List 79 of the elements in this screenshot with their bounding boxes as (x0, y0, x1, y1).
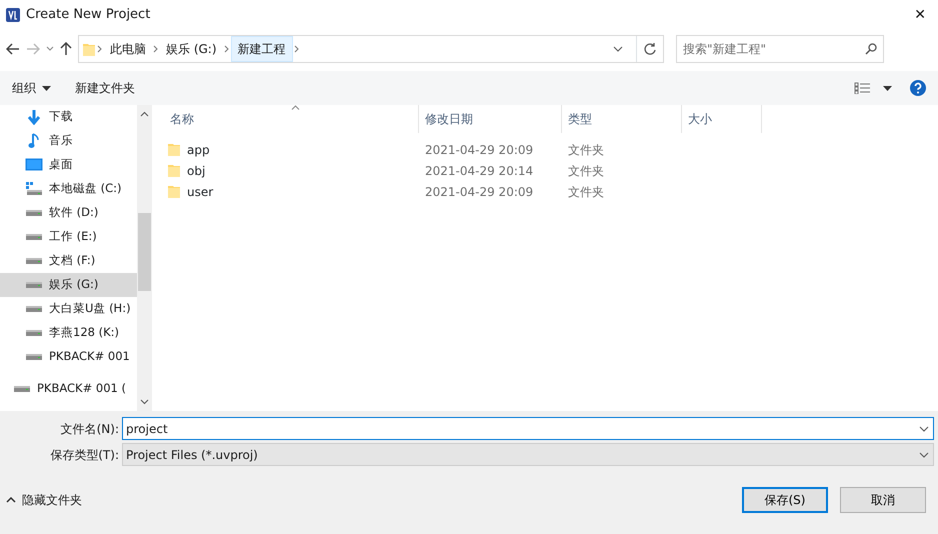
down-arrow-icon (26, 109, 42, 125)
table-cell-text: 文件夹 (567, 142, 605, 158)
refresh-icon[interactable] (643, 42, 657, 56)
view-list-icon[interactable] (854, 82, 871, 94)
dropdown-icon[interactable] (612, 45, 624, 53)
save-button[interactable]: 保存(S) (742, 487, 828, 513)
table-cell-text: 2021-04-29 20:14 (424, 162, 534, 180)
column-header[interactable]: 修改日期 (419, 105, 562, 133)
column-header[interactable]: 名称 (164, 105, 419, 133)
drive-icon (26, 182, 42, 196)
sidebar-item[interactable]: 大白菜U盘 (H:) (0, 297, 137, 321)
sidebar-item[interactable]: 工作 (E:) (0, 225, 137, 249)
column-header[interactable]: 大小 (682, 105, 762, 133)
monitor-icon (25, 158, 43, 172)
folder-icon (82, 42, 96, 58)
sidebar-item[interactable]: 李燕128 (K:) (0, 321, 137, 345)
file-type-dropdown[interactable]: Project Files (*.uvproj) (122, 443, 934, 466)
chevron-icon (96, 45, 104, 53)
search-icon (865, 43, 877, 55)
drive-icon (26, 282, 42, 288)
drive-icon (26, 330, 42, 336)
folder-icon (167, 184, 181, 200)
file-name[interactable]: app (187, 140, 210, 158)
file-name[interactable]: user (187, 182, 214, 200)
sidebar-item[interactable]: 文档 (F:) (0, 249, 137, 273)
help-icon[interactable] (910, 80, 926, 96)
recent-dropdown-icon[interactable] (46, 46, 54, 52)
drive-icon (26, 354, 42, 360)
table-cell-text: 2021-04-29 20:09 (424, 142, 534, 158)
app-logo-icon (6, 8, 20, 22)
sidebar-item[interactable]: 软件 (D:) (0, 201, 137, 225)
drive-icon (26, 258, 42, 264)
table-cell-text: 2021-04-29 20:09 (424, 184, 534, 200)
address-bar[interactable]: 此电脑 娱乐 (G:) 新建工程 (78, 35, 664, 63)
chevron-icon (222, 45, 231, 53)
sidebar-item[interactable]: PKBACK# 001 (0, 345, 137, 369)
new-folder-button[interactable]: 新建文件夹 (69, 79, 854, 97)
table-cell-text: 文件夹 (567, 184, 605, 200)
folder-icon (167, 162, 181, 178)
drive-icon (14, 386, 30, 392)
close-button[interactable]: ✕ (908, 4, 932, 26)
cancel-button[interactable]: 取消 (840, 487, 926, 513)
music-note-icon (28, 133, 40, 149)
drive-icon (26, 210, 42, 216)
sidebar-item[interactable]: 桌面 (0, 153, 137, 177)
file-name[interactable]: obj (187, 162, 206, 180)
organize-menu[interactable]: 组织 (12, 79, 51, 97)
field-label: 保存类型(T): (49, 446, 120, 464)
caret-icon (42, 86, 51, 90)
caret-icon[interactable] (883, 86, 892, 90)
scroll-down-icon[interactable] (140, 399, 149, 405)
sidebar-item[interactable]: 娱乐 (G:) (0, 273, 137, 297)
breadcrumb[interactable]: 新建工程 (230, 36, 293, 62)
chevron-icon (292, 45, 301, 53)
filename-field[interactable]: project (122, 417, 934, 440)
dropdown-icon (918, 424, 930, 432)
table-cell-text: 文件夹 (567, 162, 605, 180)
window-title: Create New Project (26, 6, 152, 24)
sidebar-item[interactable]: 音乐 (0, 129, 137, 153)
scroll-up-icon[interactable] (140, 111, 149, 117)
sidebar-item[interactable]: PKBACK# 001 ( (0, 377, 137, 401)
sidebar-item[interactable]: 下载 (0, 105, 137, 129)
chevron-icon (152, 45, 160, 53)
folder-icon (167, 142, 181, 158)
hide-folders-toggle[interactable]: 隐藏文件夹 (6, 491, 742, 509)
dropdown-icon (918, 450, 930, 458)
breadcrumb[interactable]: 娱乐 (G:) (160, 36, 223, 62)
chevron-up-icon (6, 497, 16, 503)
scrollbar-thumb[interactable] (138, 213, 151, 291)
sidebar-item[interactable]: 本地磁盘 (C:) (0, 177, 137, 201)
up-arrow-icon[interactable] (60, 42, 72, 56)
drive-icon (26, 234, 42, 240)
scrollbar[interactable] (137, 105, 152, 411)
column-header[interactable]: 类型 (562, 105, 682, 133)
field-label: 文件名(N): (60, 420, 120, 438)
breadcrumb[interactable]: 此电脑 (104, 36, 152, 62)
drive-icon (26, 306, 42, 312)
search-field[interactable]: 搜索"新建工程" (676, 35, 884, 63)
back-arrow-icon[interactable] (6, 43, 20, 55)
